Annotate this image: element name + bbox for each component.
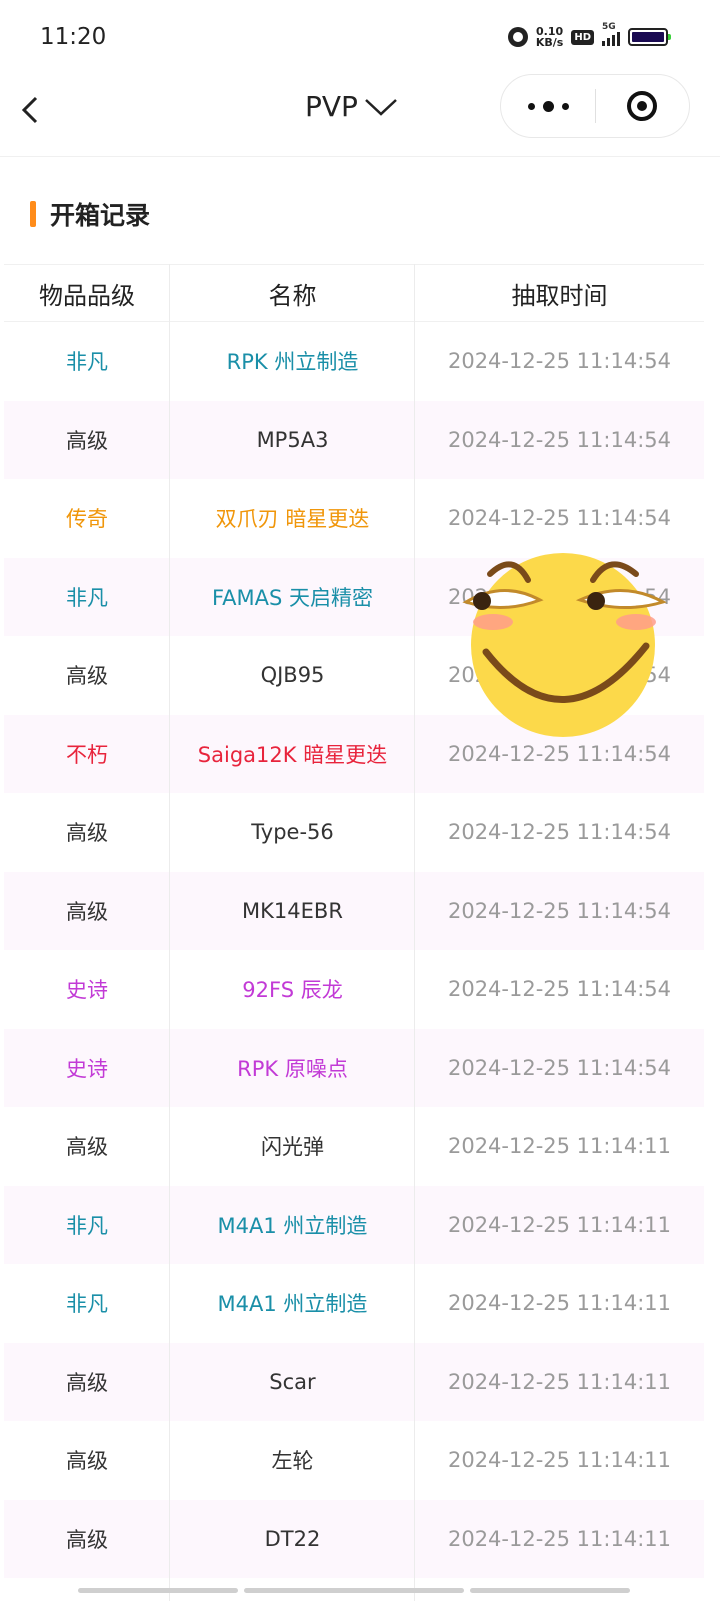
- cell-time: 2024-12-25 11:14:11: [447, 1212, 672, 1237]
- cell-grade: 高级: [66, 1370, 108, 1395]
- cell-grade: 高级: [66, 664, 108, 689]
- cell-time: 2024-12-25 11:14:54: [447, 427, 672, 452]
- miniprogram-capsule: [500, 74, 690, 138]
- cell-grade: 高级: [66, 1449, 108, 1474]
- more-dots-icon: [527, 102, 535, 110]
- cell-grade: 非凡: [66, 350, 108, 375]
- hd-icon: HD: [571, 29, 594, 45]
- scroll-indicator: [244, 1588, 464, 1593]
- table-row: 高级 MK14EBR 2024-12-25 11:14:54: [4, 871, 704, 950]
- section-title: 开箱记录: [50, 201, 151, 230]
- cell-name: Type-56: [251, 820, 334, 845]
- chevron-left-icon: [21, 96, 38, 124]
- speed-unit: KB/s: [535, 36, 564, 49]
- back-button[interactable]: [12, 90, 52, 130]
- cell-time: 2024-12-25 11:14:54: [447, 349, 672, 374]
- cell-grade: 高级: [66, 899, 108, 924]
- status-bar: 11:20 0.10 KB/s HD 5G: [0, 0, 720, 80]
- table-row: 高级 左轮 2024-12-25 11:14:11: [4, 1421, 704, 1500]
- more-button[interactable]: [501, 75, 595, 137]
- column-divider: [414, 264, 415, 1601]
- cell-time: 2024-12-25 11:14:11: [447, 1134, 672, 1159]
- signal-icon: 5G: [602, 22, 620, 46]
- table-row: 高级 闪光弹 2024-12-25 11:14:11: [4, 1107, 704, 1186]
- table-row: 高级 Scar 2024-12-25 11:14:11: [4, 1342, 704, 1421]
- cell-grade: 不朽: [66, 742, 108, 767]
- cell-time: 2024-12-25 11:14:11: [447, 1448, 672, 1473]
- chevron-down-icon: [365, 98, 397, 116]
- cell-time: 2024-12-25 11:14:54: [447, 741, 672, 766]
- header-name: 名称: [268, 281, 317, 310]
- table-row: 史诗 RPK 原噪点 2024-12-25 11:14:54: [4, 1028, 704, 1107]
- cell-time: 2024-12-25 11:14:54: [447, 977, 672, 1002]
- cell-time: 2024-12-25 11:14:54: [447, 1055, 672, 1080]
- cell-time: 2024-12-25 11:14:11: [447, 1291, 672, 1316]
- cell-name: MK14EBR: [242, 898, 343, 923]
- section-header: 开箱记录: [30, 196, 150, 232]
- cell-time: 2024-12-25 11:14:11: [447, 1369, 672, 1394]
- cell-name: M4A1 州立制造: [217, 1292, 368, 1317]
- alarm-icon: [507, 27, 528, 47]
- cell-grade: 高级: [66, 1135, 108, 1160]
- cell-time: 2024-12-25 11:14:11: [447, 1526, 672, 1551]
- cell-grade: 高级: [66, 821, 108, 846]
- table-body: 非凡 RPK 州立制造 2024-12-25 11:14:54 高级 MP5A3 2024…: [4, 322, 704, 1578]
- cell-name: MP5A3: [256, 427, 329, 452]
- status-icons: 0.10 KB/s HD 5G: [507, 22, 671, 48]
- cell-name: 双爪刃 暗星更迭: [215, 507, 370, 532]
- column-divider: [169, 264, 170, 1601]
- network-type: 5G: [602, 22, 616, 32]
- table-row: 高级 MP5A3 2024-12-25 11:14:54: [4, 400, 704, 479]
- cell-name: RPK 原噪点: [237, 1056, 348, 1081]
- cell-name: 左轮: [271, 1449, 314, 1474]
- mode-selector[interactable]: PVP: [305, 90, 398, 123]
- cell-name: Scar: [269, 1369, 316, 1394]
- status-time: 11:20: [40, 24, 107, 50]
- target-icon: [627, 91, 657, 121]
- table-header: 物品品级 名称 抽取时间: [4, 264, 704, 322]
- battery-icon: [628, 28, 671, 46]
- cell-name: M4A1 州立制造: [217, 1213, 368, 1238]
- cell-grade: 高级: [66, 428, 108, 453]
- close-button[interactable]: [595, 75, 689, 137]
- cell-name: Saiga12K 暗星更迭: [197, 742, 388, 767]
- network-speed: 0.10 KB/s: [536, 26, 563, 48]
- cell-name: DT22: [264, 1526, 321, 1551]
- cell-grade: 非凡: [66, 1292, 108, 1317]
- table-row: 高级 Type-56 2024-12-25 11:14:54: [4, 793, 704, 872]
- table-row: 史诗 92FS 辰龙 2024-12-25 11:14:54: [4, 950, 704, 1029]
- cell-grade: 史诗: [66, 978, 108, 1003]
- header-time: 抽取时间: [511, 281, 608, 310]
- cell-grade: 史诗: [66, 1056, 108, 1081]
- header-grade: 物品品级: [39, 281, 135, 310]
- cell-grade: 非凡: [66, 1213, 108, 1238]
- cell-name: FAMAS 天启精密: [211, 585, 373, 610]
- cell-name: 闪光弹: [261, 1135, 324, 1160]
- records-table: 物品品级 名称 抽取时间 非凡 RPK 州立制造 2024-12-25 11:14:…: [4, 264, 704, 1578]
- cell-name: 92FS 辰龙: [242, 978, 343, 1003]
- cell-time: 2024-12-25 11:14:54: [447, 506, 672, 531]
- cell-name: QJB95: [260, 663, 325, 688]
- table-row: 非凡 RPK 州立制造 2024-12-25 11:14:54: [4, 322, 704, 401]
- cell-grade: 传奇: [66, 507, 108, 532]
- cell-time: 2024-12-25 11:14:54: [447, 898, 672, 923]
- nav-bar: PVP: [0, 70, 720, 157]
- cell-grade: 高级: [66, 1527, 108, 1552]
- accent-bar: [30, 201, 36, 227]
- smirk-emoji-icon: [462, 553, 667, 737]
- cell-time: 2024-12-25 11:14:54: [447, 820, 672, 845]
- page-title: PVP: [305, 90, 358, 123]
- table-row: 非凡 M4A1 州立制造 2024-12-25 11:14:11: [4, 1185, 704, 1264]
- table-row: 高级 DT22 2024-12-25 11:14:11: [4, 1499, 704, 1578]
- scroll-indicator: [470, 1588, 630, 1593]
- cell-name: RPK 州立制造: [226, 350, 359, 375]
- table-row: 非凡 M4A1 州立制造 2024-12-25 11:14:11: [4, 1264, 704, 1343]
- cell-grade: 非凡: [66, 585, 108, 610]
- scroll-indicator: [78, 1588, 238, 1593]
